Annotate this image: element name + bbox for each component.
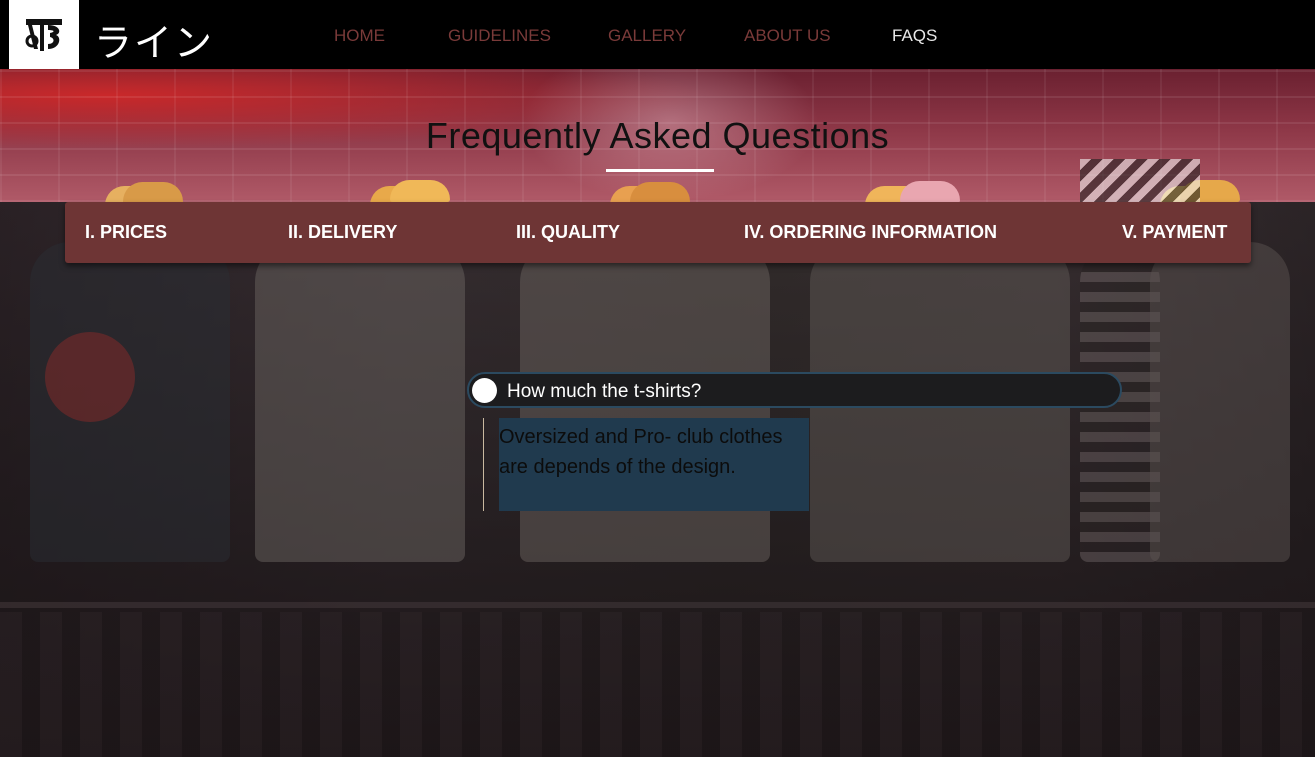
title-underline	[606, 169, 714, 172]
tab-prices[interactable]: I. PRICES	[85, 222, 167, 243]
hanger-group	[360, 158, 460, 202]
striped-shirt	[1080, 159, 1200, 202]
faq-answer-text: Oversized and Pro- club clothes are depe…	[499, 426, 783, 478]
page-title: Frequently Asked Questions	[425, 115, 890, 156]
hanger-group	[95, 158, 195, 202]
faq-category-tabs: I. PRICES II. DELIVERY III. QUALITY IV. …	[65, 202, 1251, 263]
hanger-group	[860, 158, 960, 202]
astro-boy-print	[45, 332, 135, 422]
shirt-image	[255, 242, 465, 562]
nav-guidelines[interactable]: GUIDELINES	[448, 26, 551, 46]
tab-ordering-information[interactable]: IV. ORDERING INFORMATION	[744, 222, 997, 243]
faq-question-text: How much the t-shirts?	[507, 381, 702, 402]
hanger-group	[600, 158, 700, 202]
shirt-image	[1150, 242, 1290, 562]
top-navbar: ライン HOME GUIDELINES GALLERY ABOUT US FAQ…	[0, 0, 1315, 69]
logo[interactable]	[9, 0, 79, 69]
tab-delivery[interactable]: II. DELIVERY	[288, 222, 397, 243]
nav-faqs[interactable]: FAQS	[892, 26, 937, 46]
bottom-rack	[0, 612, 1315, 757]
faq-answer: Oversized and Pro- club clothes are depe…	[499, 418, 809, 511]
tab-quality[interactable]: III. QUALITY	[516, 222, 620, 243]
tab-payment[interactable]: V. PAYMENT	[1122, 222, 1227, 243]
shelf	[0, 602, 1315, 608]
faq-answer-divider	[483, 418, 484, 511]
brand-name: ライン	[94, 21, 215, 65]
nav-gallery[interactable]: GALLERY	[608, 26, 686, 46]
toggle-circle-icon[interactable]	[472, 378, 497, 403]
nav-home[interactable]: HOME	[334, 26, 385, 46]
btc-monogram-icon	[25, 18, 62, 51]
nav-about-us[interactable]: ABOUT US	[744, 26, 831, 46]
faq-question[interactable]: How much the t-shirts?	[467, 372, 1122, 408]
